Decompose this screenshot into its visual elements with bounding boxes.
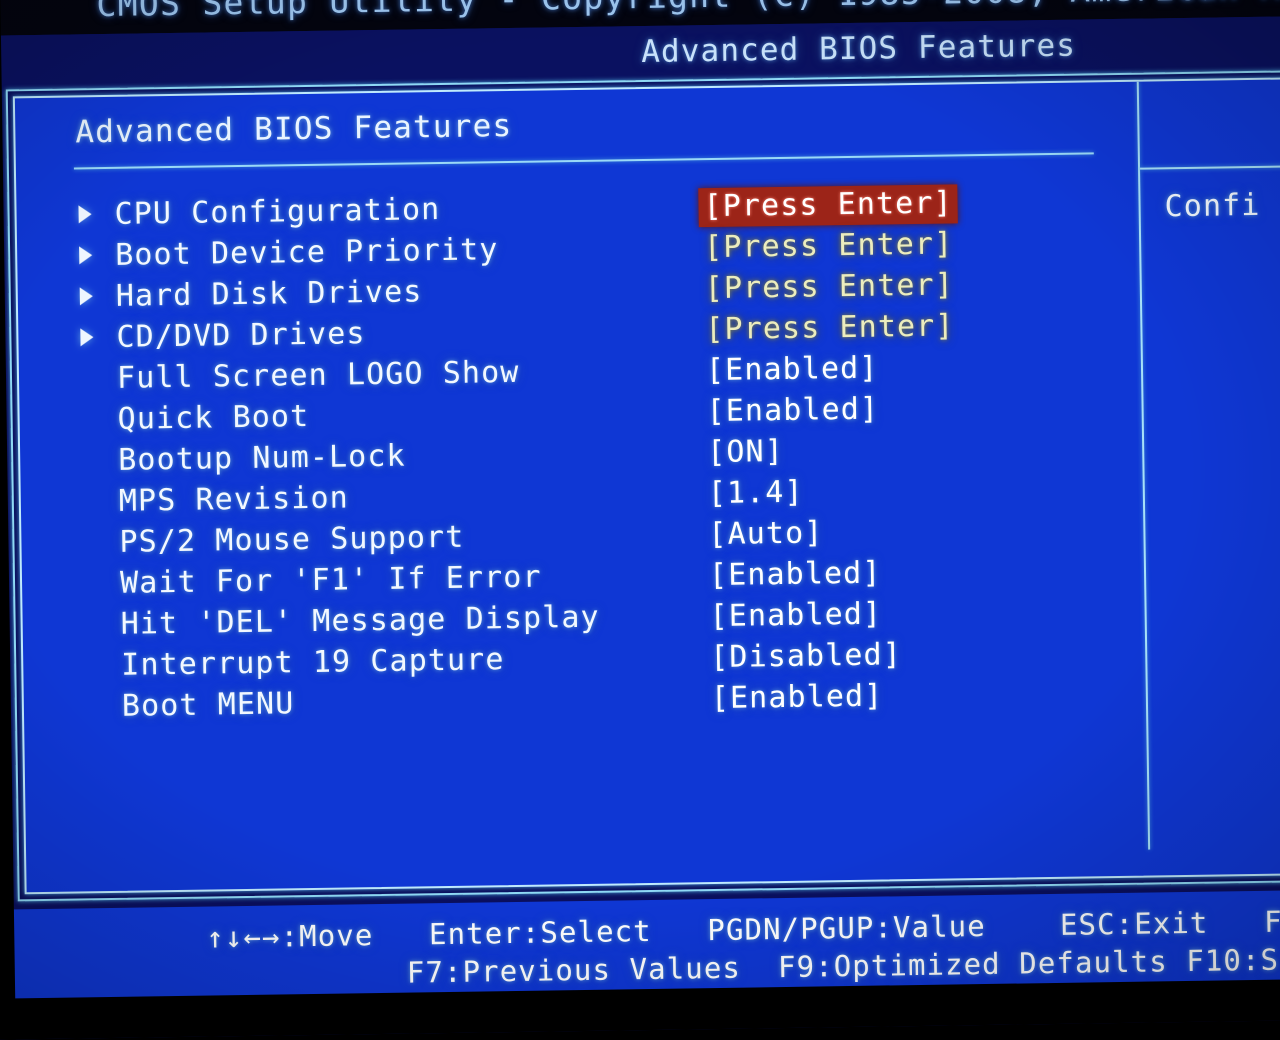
setting-label: PS/2 Mouse Support — [119, 519, 465, 560]
help-panel-rule — [1140, 164, 1280, 170]
title-divider — [73, 152, 1094, 170]
setting-label: Bootup Num-Lock — [117, 438, 406, 478]
setting-label: Interrupt 19 Capture — [121, 642, 505, 683]
settings-list: CPU Configuration [Press Enter] Boot Devic… — [16, 182, 1124, 731]
setting-label: Hard Disk Drives — [115, 274, 423, 314]
setting-label: MPS Revision — [118, 480, 350, 519]
setting-value[interactable]: [Enabled] — [701, 390, 884, 432]
help-panel-text: Confi — [1164, 187, 1261, 225]
setting-value[interactable]: [Disabled] — [705, 636, 907, 678]
submenu-arrow-icon — [79, 246, 93, 265]
page-subtitle: Advanced BIOS Features — [640, 27, 1077, 71]
setting-value-selected[interactable]: [Press Enter] — [698, 184, 958, 228]
submenu-arrow-icon — [80, 328, 94, 347]
setting-value[interactable]: [ON] — [702, 433, 789, 473]
setting-label: Full Screen LOGO Show — [116, 354, 520, 396]
setting-label: CPU Configuration — [114, 192, 441, 232]
setting-value[interactable]: [Press Enter] — [700, 307, 960, 350]
setting-label: Quick Boot — [117, 398, 310, 437]
setting-value[interactable]: [Press Enter] — [699, 266, 959, 309]
bios-screen: CMOS Setup Utility - Copyright (C) 1985-… — [0, 0, 1280, 1040]
setting-label: Boot MENU — [121, 686, 295, 724]
setting-label: Boot Device Priority — [114, 232, 499, 273]
setting-value[interactable]: [Press Enter] — [699, 225, 959, 268]
setting-value[interactable]: [1.4] — [703, 474, 809, 515]
setting-label: Wait For 'F1' If Error — [119, 559, 542, 601]
setting-value[interactable]: [Enabled] — [706, 677, 889, 719]
setting-value[interactable]: [Enabled] — [704, 554, 887, 596]
page-title: Advanced BIOS Features — [75, 107, 513, 151]
settings-body: Advanced BIOS Features CPU Configuration… — [15, 79, 1280, 892]
submenu-arrow-icon — [79, 287, 93, 306]
help-panel-divider — [1136, 81, 1151, 850]
setting-value[interactable]: [Enabled] — [701, 349, 884, 391]
setting-value[interactable]: [Enabled] — [704, 595, 887, 637]
setting-value[interactable]: [Auto] — [703, 514, 829, 555]
setting-label: CD/DVD Drives — [116, 316, 366, 355]
submenu-arrow-icon — [78, 205, 92, 224]
setting-label: Hit 'DEL' Message Display — [120, 599, 600, 642]
